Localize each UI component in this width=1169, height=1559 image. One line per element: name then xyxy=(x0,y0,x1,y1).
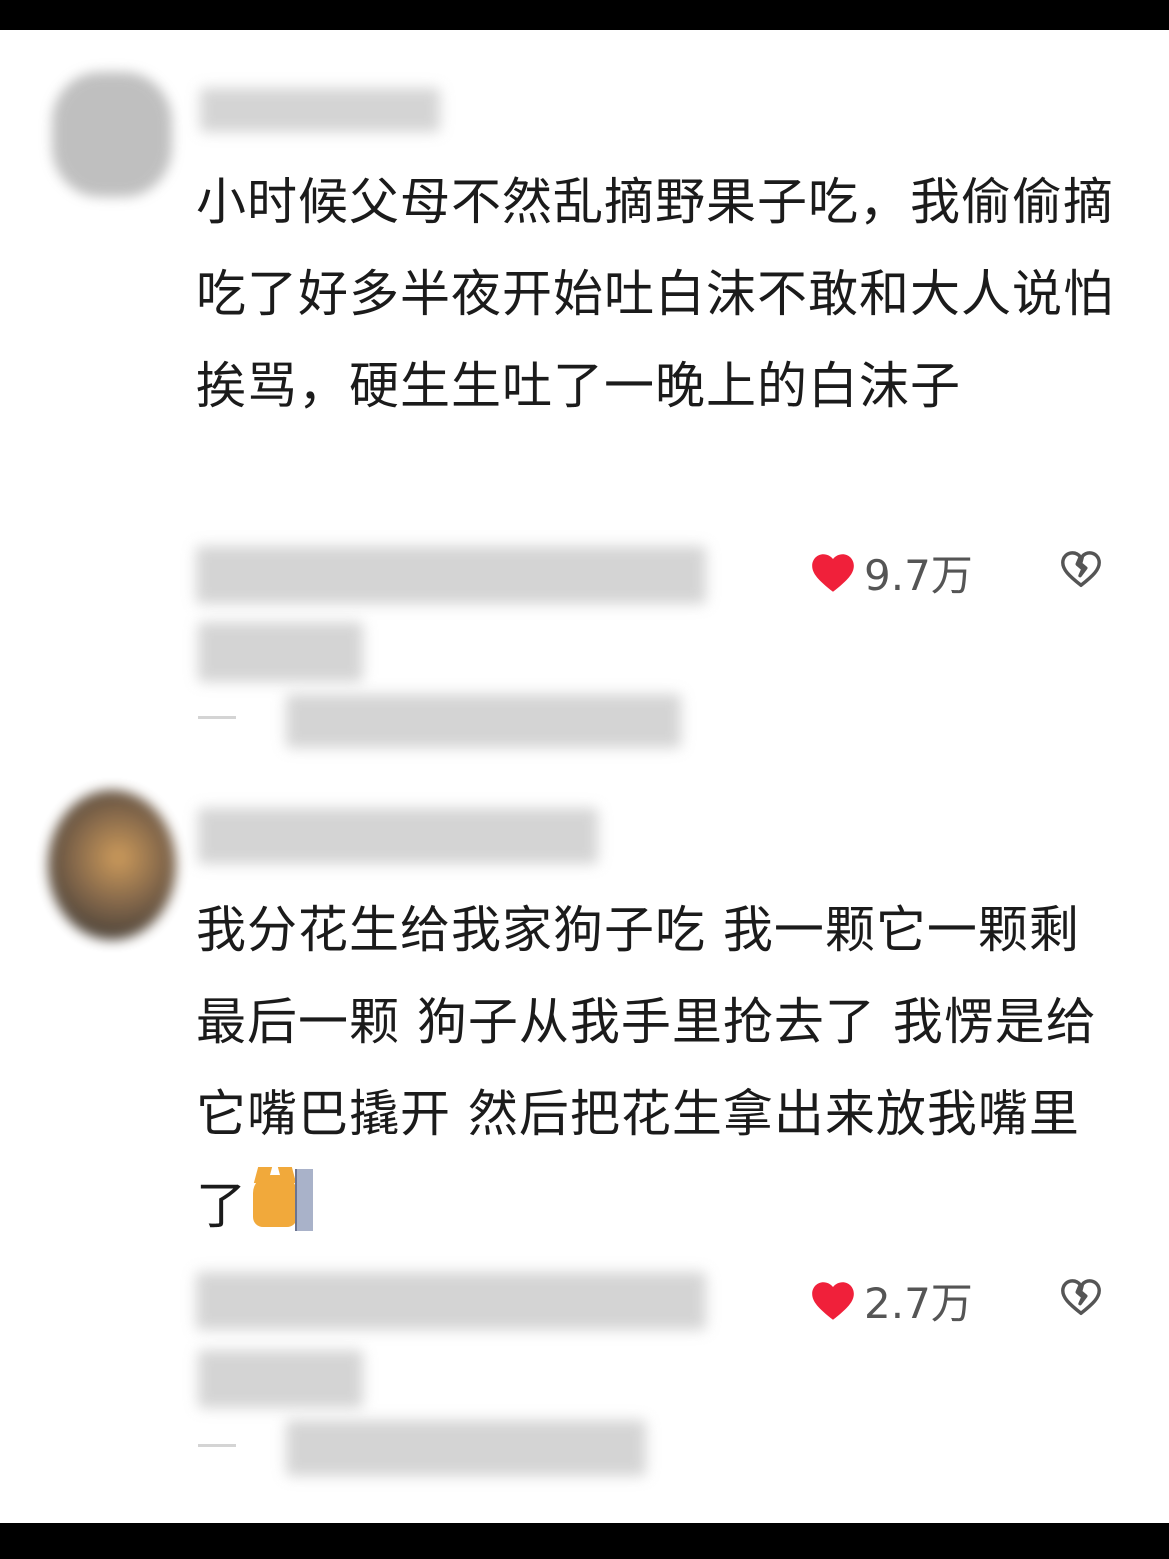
reply-source-blurred xyxy=(198,1350,363,1408)
like-count: 2.7万 xyxy=(864,1279,973,1328)
avatar[interactable] xyxy=(52,72,172,197)
meta-info-blurred xyxy=(196,546,706,604)
divider xyxy=(198,716,236,719)
heart-icon xyxy=(812,1281,854,1320)
divider xyxy=(198,1444,236,1447)
comment-text: 小时候父母不然乱摘野果子吃，我偷偷摘吃了好多半夜开始吐白沫不敢和大人说怕挨骂，硬… xyxy=(196,173,1114,415)
expand-replies-blurred[interactable] xyxy=(286,694,681,748)
meta-info-blurred xyxy=(196,1272,706,1330)
like-button[interactable]: 9.7万 xyxy=(808,542,973,603)
broken-heart-icon[interactable] xyxy=(1058,1274,1104,1320)
heart-icon xyxy=(812,553,854,592)
broken-heart-icon[interactable] xyxy=(1058,546,1104,592)
username-blurred[interactable] xyxy=(198,808,598,864)
username-blurred[interactable] xyxy=(200,88,440,132)
comment-text: 我分花生给我家狗子吃 我一颗它一颗剩最后一颗 狗子从我手里抢去了 我愣是给它嘴巴… xyxy=(196,884,1116,1252)
reply-source-blurred xyxy=(198,622,363,682)
bottom-black-bar xyxy=(0,1523,1169,1559)
comment-body: 我分花生给我家狗子吃 我一颗它一颗剩最后一颗 狗子从我手里抢去了 我愣是给它嘴巴… xyxy=(196,901,1097,1235)
like-button[interactable]: 2.7万 xyxy=(808,1270,973,1331)
cat-peeking-icon xyxy=(253,1169,313,1231)
avatar[interactable] xyxy=(48,790,176,940)
like-count: 9.7万 xyxy=(864,551,973,600)
top-black-bar xyxy=(0,0,1169,30)
expand-replies-blurred[interactable] xyxy=(286,1420,646,1476)
